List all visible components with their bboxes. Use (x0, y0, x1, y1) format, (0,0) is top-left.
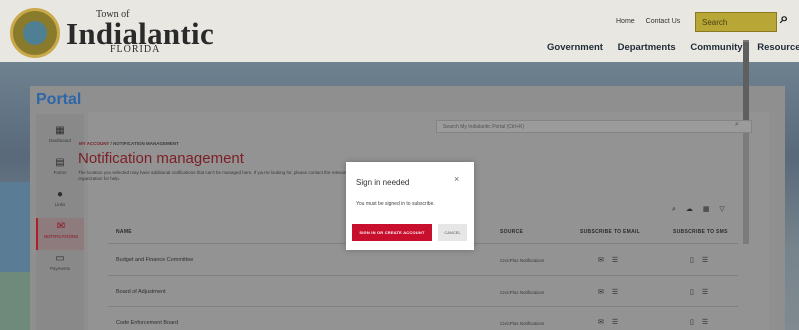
phone-icon[interactable]: ▯ (690, 257, 694, 264)
links-icon: ● (56, 189, 64, 200)
portal-left-nav: ▦ Dashboard ▤ Forms ● Links ✉ NOTIFICATI… (36, 114, 84, 330)
search-icon[interactable]: ⌕ (735, 121, 739, 129)
list-icon[interactable]: ☰ (612, 289, 618, 296)
sign-in-button[interactable]: SIGN IN OR CREATE ACCOUNT (352, 224, 432, 241)
grid-icon[interactable]: ▦ (703, 206, 710, 213)
nav-resources[interactable]: Resources (757, 42, 799, 53)
list-icon[interactable]: ☰ (702, 289, 708, 296)
table-row-source: CivicPlus Notifications (500, 258, 545, 263)
filter-icon[interactable]: ▽ (719, 206, 724, 213)
nav-item-label: Links (54, 202, 66, 207)
breadcrumb-notification-management: NOTIFICATION MANAGEMENT (113, 141, 179, 146)
sms-subscribe-controls: ▯ ☰ (690, 318, 716, 326)
nav-item-label: Payments (49, 266, 70, 271)
town-seal-logo[interactable] (10, 8, 60, 58)
sms-subscribe-controls: ▯ ☰ (690, 256, 716, 264)
email-subscribe-controls: ✉ ☰ (598, 288, 626, 296)
email-icon[interactable]: ✉ (598, 257, 604, 264)
phone-icon[interactable]: ▯ (690, 289, 694, 296)
page-description: The location you selected may have addit… (78, 170, 348, 181)
dashboard-icon: ▦ (55, 125, 65, 136)
nav-item-label: Forms (53, 170, 67, 175)
row-divider (108, 306, 738, 307)
email-icon[interactable]: ✉ (598, 289, 604, 296)
table-row-name[interactable]: Code Enforcement Board (116, 320, 178, 326)
table-row-source: CivicPlus Notifications (500, 321, 545, 326)
shore-scenery (0, 272, 30, 330)
column-header-email: SUBSCRIBE TO EMAIL (580, 229, 641, 235)
column-header-source[interactable]: SOURCE (500, 229, 523, 235)
list-icon[interactable]: ☰ (702, 257, 708, 264)
search-icon[interactable]: ⌕ (780, 10, 788, 27)
nav-item-notifications[interactable]: ✉ NOTIFICATIONS (36, 218, 84, 250)
email-icon[interactable]: ✉ (598, 319, 604, 326)
list-icon[interactable]: ☰ (702, 319, 708, 326)
home-link[interactable]: Home (616, 18, 635, 25)
scrollbar-thumb[interactable] (743, 42, 749, 132)
phone-icon[interactable]: ▯ (690, 319, 694, 326)
nav-item-label: Dashboard (48, 138, 71, 143)
row-divider (108, 275, 738, 276)
close-icon[interactable]: × (454, 174, 459, 184)
nav-item-payments[interactable]: ▭ Payments (36, 250, 84, 282)
nav-government[interactable]: Government (547, 42, 603, 53)
email-subscribe-controls: ✉ ☰ (598, 318, 626, 326)
table-row-name[interactable]: Budget and Finance Committee (116, 257, 193, 263)
column-header-name[interactable]: NAME (116, 229, 132, 235)
portal-search-input[interactable]: Search My Indialantic Portal (Ctrl+K) (436, 120, 752, 133)
column-header-sms: SUBSCRIBE TO SMS (673, 229, 728, 235)
list-icon[interactable]: ☰ (612, 257, 618, 264)
nav-departments[interactable]: Departments (618, 42, 676, 53)
contact-us-link[interactable]: Contact Us (646, 18, 681, 25)
email-subscribe-controls: ✉ ☰ (598, 256, 626, 264)
payments-icon: ▭ (55, 253, 65, 264)
cloud-icon[interactable]: ☁ (686, 206, 693, 213)
page-title: Notification management (78, 150, 244, 167)
site-header: Town of Indialantic FLORIDA Home Contact… (0, 0, 799, 62)
list-icon[interactable]: ☰ (612, 319, 618, 326)
top-links: Home Contact Us (616, 18, 689, 25)
search-icon[interactable]: ⌕ (672, 206, 676, 213)
table-row-source: CivicPlus Notifications (500, 290, 545, 295)
cancel-button[interactable]: CANCEL (438, 224, 467, 241)
modal-message: You must be signed in to subscribe. (356, 201, 435, 207)
breadcrumb-separator: / (110, 141, 112, 146)
portal-title: Portal (36, 91, 82, 108)
site-search-input[interactable]: Search (695, 12, 777, 32)
town-state: FLORIDA (110, 44, 161, 55)
forms-icon: ▤ (55, 157, 65, 168)
main-nav: Government Departments Community Resourc… (547, 42, 799, 53)
table-row-name[interactable]: Board of Adjustment (116, 289, 166, 295)
nav-item-label: NOTIFICATIONS (43, 234, 79, 239)
notifications-icon: ✉ (56, 221, 66, 232)
nav-item-forms[interactable]: ▤ Forms (36, 154, 84, 186)
breadcrumb-my-account[interactable]: MY ACCOUNT (79, 141, 109, 146)
nav-community[interactable]: Community (690, 42, 742, 53)
nav-item-dashboard[interactable]: ▦ Dashboard (36, 122, 84, 154)
sms-subscribe-controls: ▯ ☰ (690, 288, 716, 296)
nav-item-links[interactable]: ● Links (36, 186, 84, 218)
table-tools: ⌕ ☁ ▦ ▽ (672, 205, 733, 214)
modal-title: Sign in needed (356, 178, 410, 187)
sign-in-modal: Sign in needed × You must be signed in t… (346, 162, 474, 250)
breadcrumb: MY ACCOUNT / NOTIFICATION MANAGEMENT (79, 141, 179, 146)
